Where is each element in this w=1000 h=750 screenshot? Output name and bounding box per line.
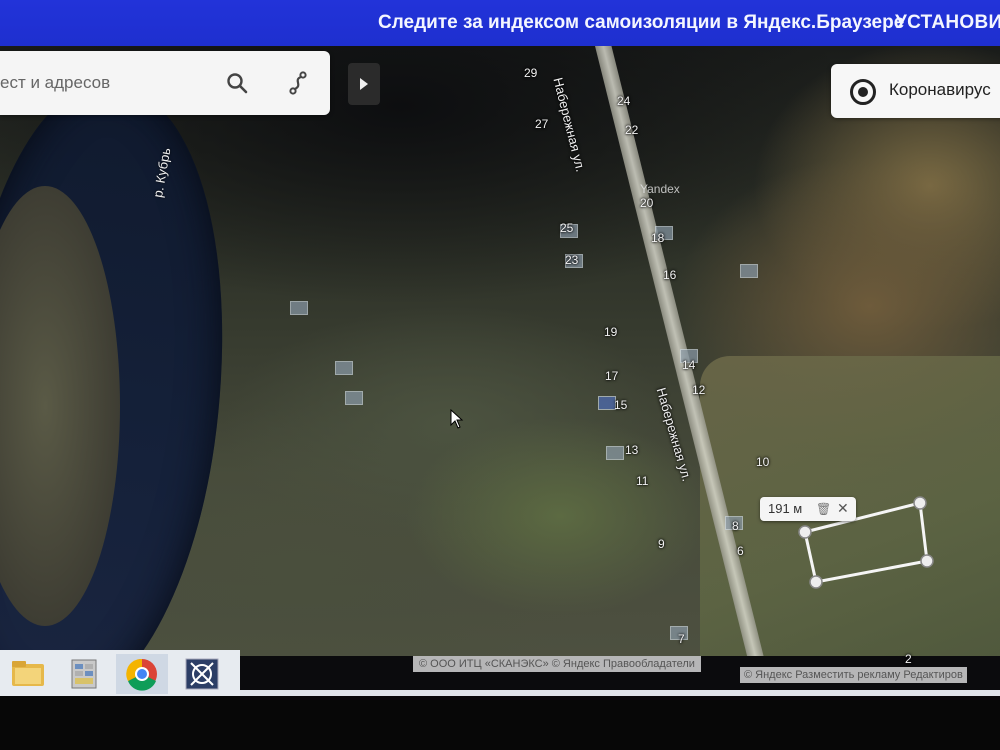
ruler-point[interactable] — [809, 575, 823, 589]
taskbar-app[interactable] — [176, 654, 228, 694]
app-icon — [185, 658, 219, 690]
ruler-point[interactable] — [913, 496, 927, 510]
monitor-bezel — [0, 696, 1000, 750]
copyright-left[interactable]: © ООО ИТЦ «СКАНЭКС» © Яндекс Правооблада… — [413, 656, 701, 672]
ruler-overlay — [798, 496, 934, 589]
taskbar-chrome[interactable] — [116, 654, 168, 694]
taskbar-folder[interactable] — [2, 654, 54, 694]
ruler-distance-label: 191 м 🗑 ✕ — [760, 497, 856, 521]
mouse-cursor-icon — [450, 409, 464, 429]
folder-icon — [12, 661, 44, 686]
ruler-point[interactable] — [798, 525, 812, 539]
chrome-icon — [126, 658, 157, 691]
spreadsheet-icon — [71, 659, 97, 689]
ruler-distance: 191 м — [768, 501, 803, 516]
ruler-point[interactable] — [920, 554, 934, 568]
taskbar — [0, 650, 240, 696]
copyright-right[interactable]: © Яндекс Разместить рекламу Редактиров — [740, 667, 967, 683]
trash-icon[interactable]: 🗑 — [816, 502, 831, 516]
taskbar-spreadsheet[interactable] — [58, 654, 110, 694]
close-icon[interactable]: ✕ — [837, 500, 849, 517]
